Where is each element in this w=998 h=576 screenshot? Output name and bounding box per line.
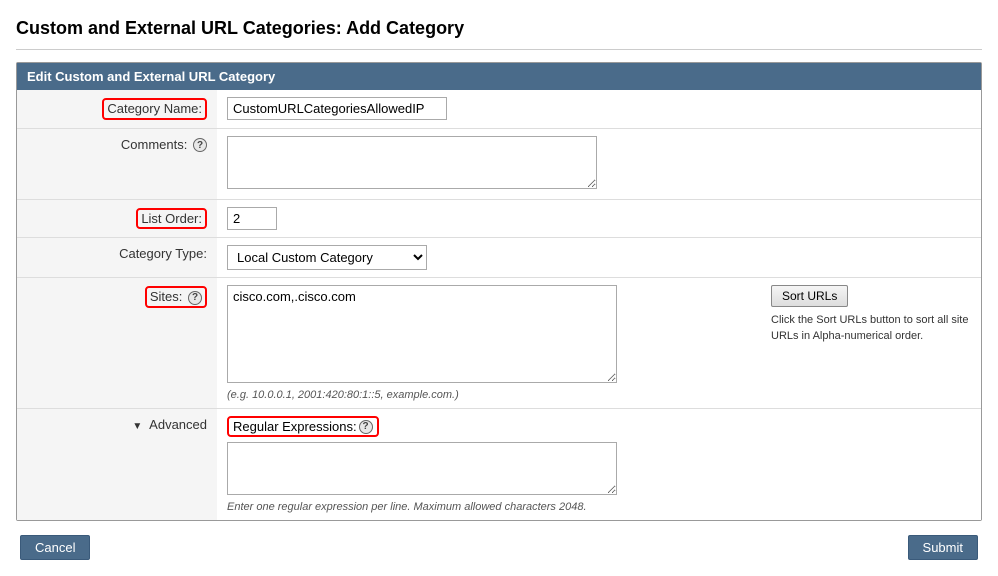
cancel-button[interactable]: Cancel (20, 535, 90, 560)
table-row: Sites: ? cisco.com,.cisco.com (e.g. 10.0… (17, 278, 981, 409)
sites-label: Sites: ? (145, 286, 207, 308)
sites-help-icon[interactable]: ? (188, 291, 202, 305)
regular-expressions-label-box: Regular Expressions: ? (227, 416, 379, 437)
panel-header: Edit Custom and External URL Category (17, 63, 981, 90)
advanced-label[interactable]: Advanced (149, 417, 207, 432)
category-type-label: Category Type: (119, 246, 207, 261)
submit-button[interactable]: Submit (908, 535, 978, 560)
category-name-label-cell: Category Name: (17, 90, 217, 128)
advanced-label-cell: ▼ Advanced (17, 409, 217, 521)
collapse-icon: ▼ (132, 421, 142, 432)
table-row: Category Name: (17, 90, 981, 128)
regular-expressions-textarea[interactable] (227, 442, 617, 495)
category-name-label: Category Name: (102, 98, 207, 120)
sites-textarea-container: cisco.com,.cisco.com (e.g. 10.0.0.1, 200… (227, 285, 759, 401)
category-type-value-cell: Local Custom Category External Live Feed… (217, 238, 981, 278)
sites-layout: cisco.com,.cisco.com (e.g. 10.0.0.1, 200… (227, 285, 971, 401)
form-table: Category Name: Comments: ? List (17, 90, 981, 520)
sites-label-cell: Sites: ? (17, 278, 217, 409)
advanced-value-cell: Regular Expressions: ? Enter one regular… (217, 409, 981, 521)
table-row: ▼ Advanced Regular Expressions: ? Enter … (17, 409, 981, 521)
comments-textarea[interactable] (227, 136, 597, 189)
edit-panel: Edit Custom and External URL Category Ca… (16, 62, 982, 521)
list-order-value-cell (217, 199, 981, 238)
list-order-label-cell: List Order: (17, 199, 217, 238)
comments-label: Comments: (121, 137, 187, 152)
page-title: Custom and External URL Categories: Add … (16, 10, 982, 50)
regular-expressions-help-icon[interactable]: ? (359, 420, 373, 434)
comments-help-icon[interactable]: ? (193, 138, 207, 152)
category-type-label-cell: Category Type: (17, 238, 217, 278)
category-name-input[interactable] (227, 97, 447, 120)
sort-urls-button[interactable]: Sort URLs (771, 285, 848, 307)
footer-bar: Cancel Submit (16, 535, 982, 560)
list-order-input[interactable] (227, 207, 277, 230)
regular-expressions-label: Regular Expressions: (233, 419, 357, 434)
list-order-label: List Order: (136, 208, 207, 230)
table-row: Category Type: Local Custom Category Ext… (17, 238, 981, 278)
comments-value-cell (217, 128, 981, 199)
sites-right-panel: Sort URLs Click the Sort URLs button to … (771, 285, 971, 344)
sites-hint: (e.g. 10.0.0.1, 2001:420:80:1::5, exampl… (227, 389, 759, 401)
table-row: List Order: (17, 199, 981, 238)
regular-expressions-hint: Enter one regular expression per line. M… (227, 501, 971, 513)
category-name-value-cell (217, 90, 981, 128)
category-type-select[interactable]: Local Custom Category External Live Feed… (227, 245, 427, 270)
sort-description: Click the Sort URLs button to sort all s… (771, 313, 971, 344)
sites-value-cell: cisco.com,.cisco.com (e.g. 10.0.0.1, 200… (217, 278, 981, 409)
comments-label-cell: Comments: ? (17, 128, 217, 199)
table-row: Comments: ? (17, 128, 981, 199)
sites-textarea[interactable]: cisco.com,.cisco.com (227, 285, 617, 383)
